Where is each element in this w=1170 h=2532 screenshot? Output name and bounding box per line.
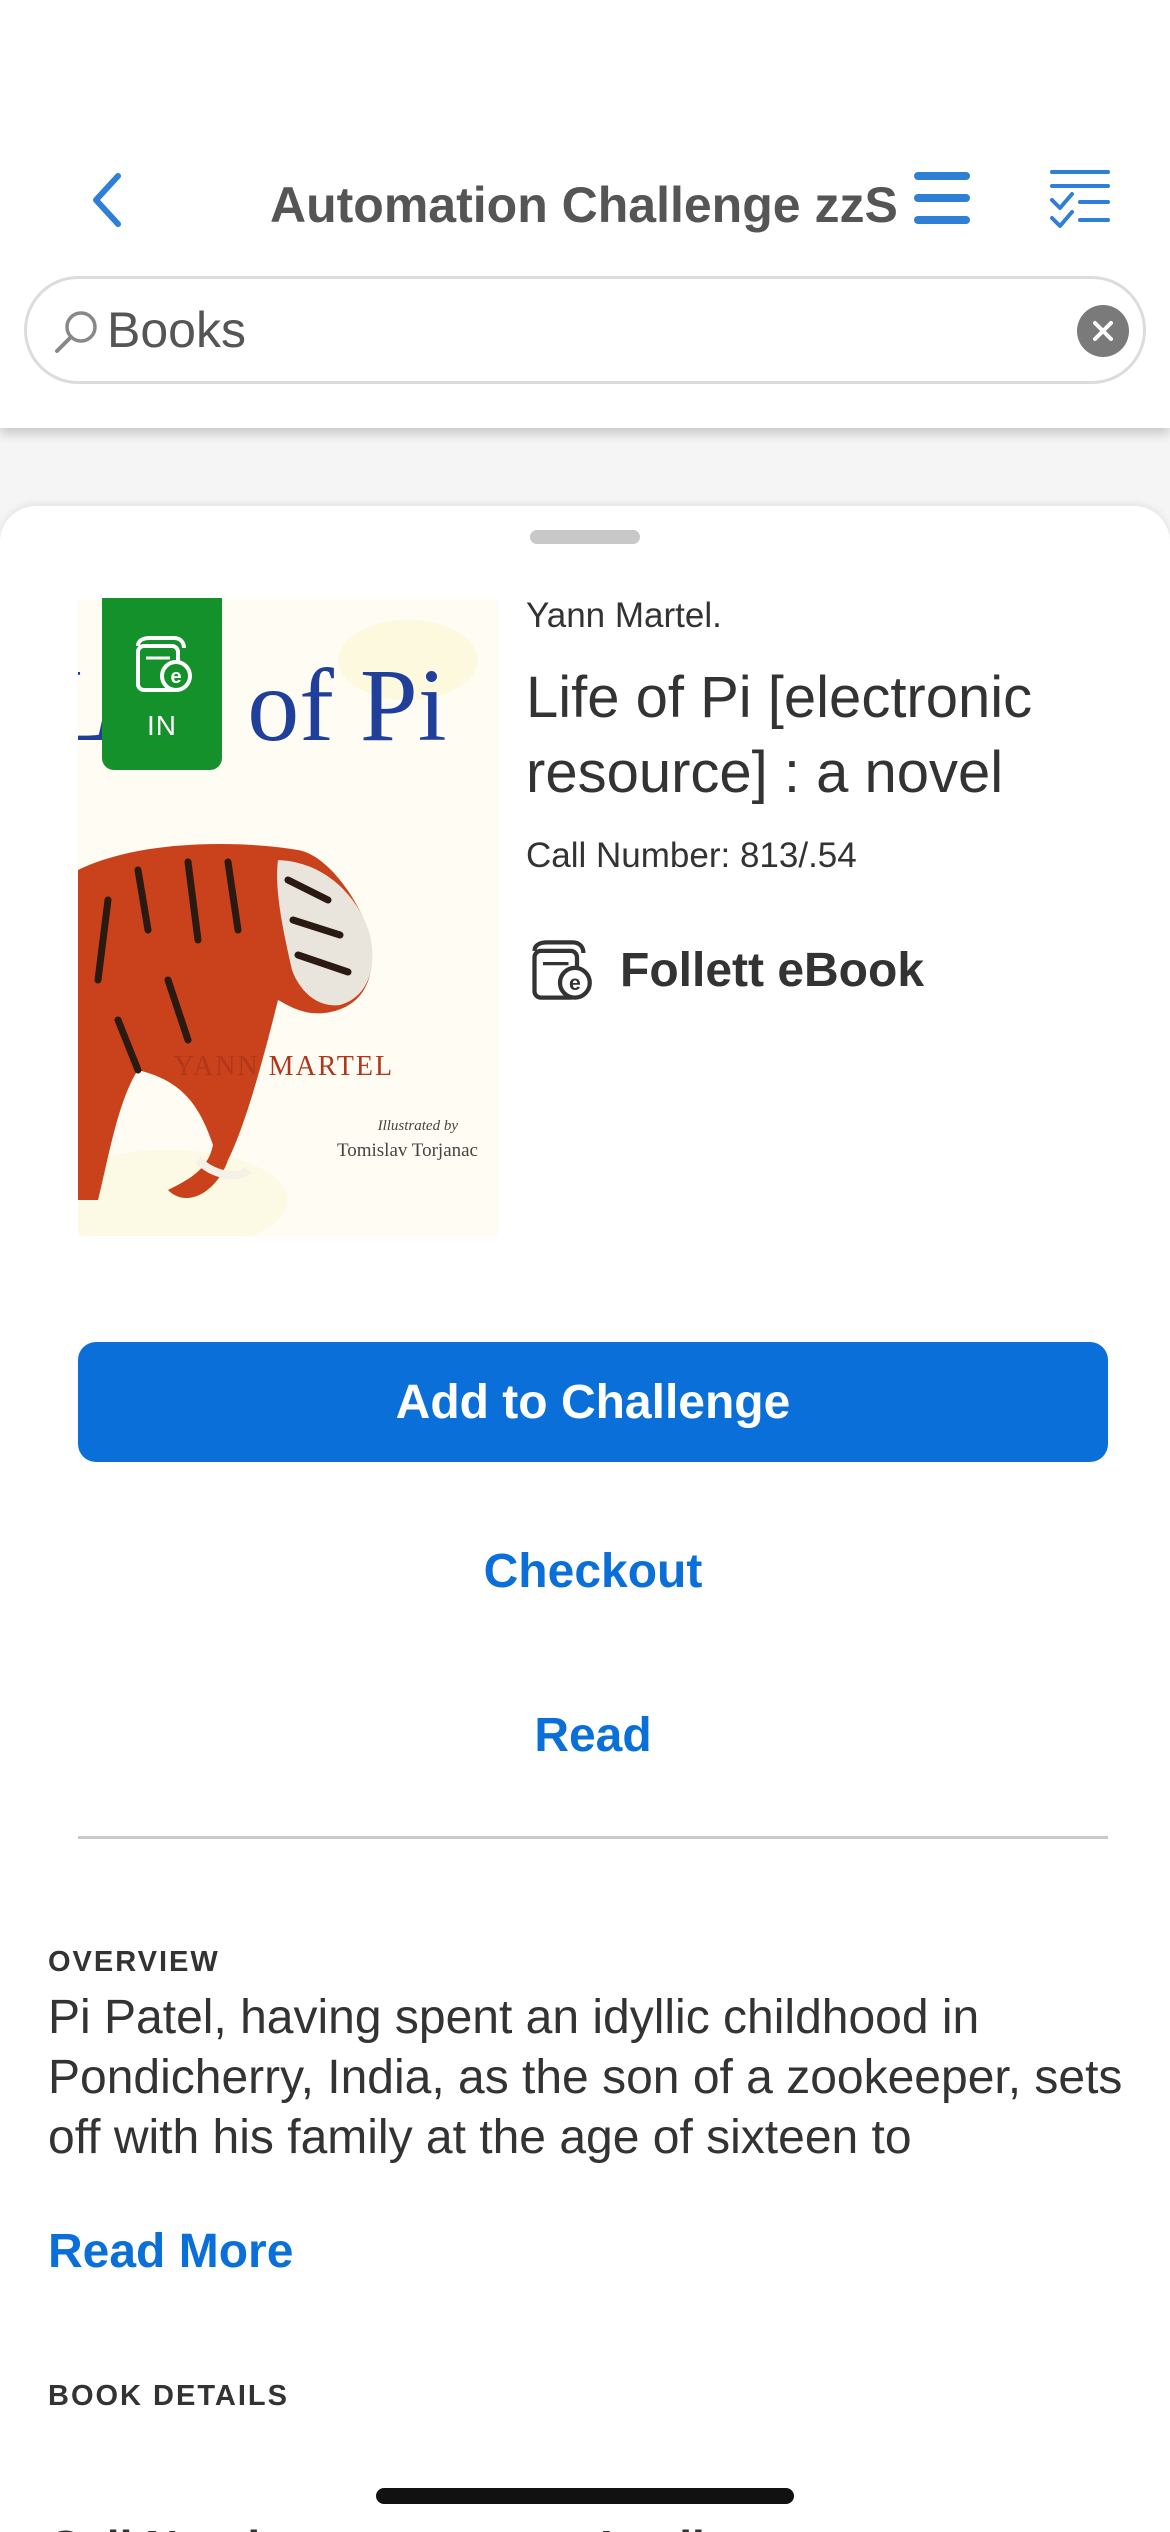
search-bar[interactable]: [24, 276, 1146, 384]
sheet-grabber[interactable]: [530, 530, 640, 544]
book-author: Yann Martel.: [526, 596, 722, 635]
add-to-challenge-button[interactable]: Add to Challenge: [78, 1342, 1108, 1462]
search-input[interactable]: [107, 297, 1007, 363]
cover-illustrated-by: Illustrated by: [377, 1118, 459, 1134]
filter-button[interactable]: [1048, 166, 1112, 230]
svg-text:e: e: [170, 666, 181, 688]
home-indicator: [376, 2488, 794, 2504]
divider: [78, 1836, 1108, 1839]
format-row: e Follett eBook: [526, 936, 924, 1004]
book-call-number: Call Number: 813/.54: [526, 836, 857, 875]
cover-author-text: YANN MARTEL: [174, 1051, 394, 1082]
hamburger-menu-icon: [914, 172, 970, 224]
lexile-detail-label: Lexile: [600, 2520, 730, 2532]
book-detail-sheet: Life of Pi YANN MARTEL Illustrated by To…: [0, 506, 1170, 2532]
checkout-button[interactable]: Checkout: [78, 1526, 1108, 1616]
clear-icon: [1093, 321, 1113, 341]
call-number-detail-label: Call Number: [48, 2520, 319, 2532]
book-title: Life of Pi [electronic resource] : a nov…: [526, 665, 1033, 805]
svg-text:e: e: [569, 971, 581, 995]
page-title: Automation Challenge zzS: [270, 177, 898, 233]
read-button[interactable]: Read: [78, 1690, 1108, 1780]
overview-label: OVERVIEW: [48, 1946, 220, 1978]
ebook-icon: e: [136, 636, 192, 692]
overview-text: Pi Patel, having spent an idyllic childh…: [48, 1991, 1123, 2164]
book-details-label: BOOK DETAILS: [48, 2380, 289, 2412]
search-icon: [55, 311, 97, 353]
status-text: IN: [147, 710, 177, 741]
cover-illustrator: Tomislav Torjanac: [337, 1140, 478, 1161]
read-more-link[interactable]: Read More: [48, 2224, 293, 2279]
menu-button[interactable]: [910, 166, 974, 230]
back-button[interactable]: [78, 160, 138, 240]
format-label: Follett eBook: [620, 943, 925, 997]
availability-badge: e IN: [102, 598, 222, 770]
checklist-filter-icon: [1050, 170, 1110, 228]
clear-button[interactable]: [1077, 305, 1129, 357]
chevron-left-icon: [93, 173, 121, 227]
ebook-icon: e: [532, 940, 592, 1000]
header: Automation Challenge zzS: [0, 0, 1170, 428]
